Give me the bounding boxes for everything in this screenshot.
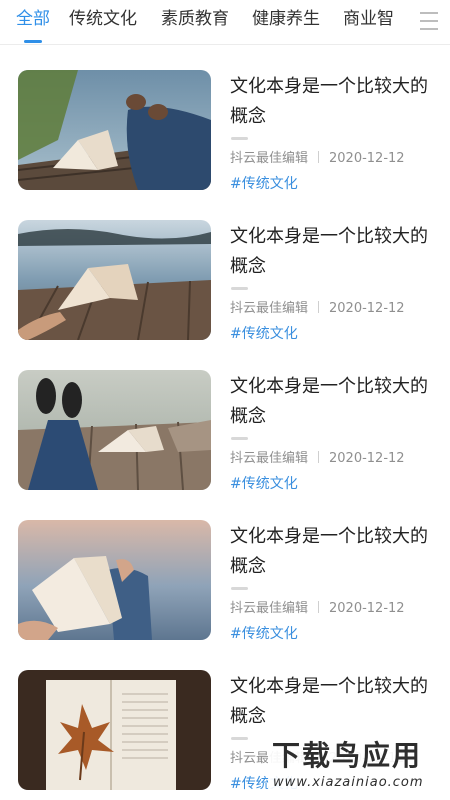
open-book-on-dock-photo-icon — [18, 70, 211, 190]
author: 抖云最佳编辑 — [230, 601, 309, 616]
article-meta: 抖云最佳编辑 2020-12-12 — [230, 150, 405, 168]
title-divider — [231, 587, 248, 590]
tab-traditional-culture[interactable]: 传统文化 — [69, 7, 137, 31]
meta-separator — [318, 301, 320, 313]
article-tag[interactable]: #传统文化 — [230, 474, 298, 494]
title-divider — [231, 737, 248, 740]
article-meta: 抖云最佳编辑 2020-12-12 — [230, 300, 405, 318]
author: 抖云最佳编辑 — [230, 151, 309, 166]
article-title[interactable]: 文化本身是一个比较大的概念 — [230, 222, 436, 282]
active-tab-indicator — [24, 40, 42, 43]
article-tag[interactable]: #传统文化 — [230, 324, 298, 344]
book-with-autumn-leaf-photo-icon — [18, 670, 211, 790]
article-meta: 抖云最佳编辑 2020-12-12 — [230, 600, 405, 618]
article-tag[interactable]: #传统文化 — [230, 624, 298, 644]
category-tabs: 全部 传统文化 素质教育 健康养生 商业智 — [0, 0, 410, 45]
publish-date: 2020-12-12 — [329, 601, 405, 616]
hamburger-menu-icon[interactable] — [420, 9, 438, 33]
meta-separator — [318, 151, 320, 163]
meta-separator — [318, 601, 320, 613]
article-tag[interactable]: #传统文化 — [230, 174, 298, 194]
feet-and-book-on-deck-photo-icon — [18, 370, 211, 490]
article-card[interactable]: 文化本身是一个比较大的概念 抖云最佳编辑2020-12-12 #传统文化 — [18, 220, 432, 342]
article-thumbnail-photo[interactable] — [18, 370, 211, 490]
title-divider — [231, 437, 248, 440]
author: 抖云最佳编辑 — [230, 451, 309, 466]
watermark-url-text: www.xiazainiao.com — [273, 775, 424, 790]
meta-separator — [318, 451, 320, 463]
author: 抖云最佳编辑 — [230, 301, 309, 316]
article-thumbnail-photo[interactable] — [18, 670, 211, 790]
title-divider — [231, 287, 248, 290]
article-title[interactable]: 文化本身是一个比较大的概念 — [230, 372, 436, 432]
publish-date: 2020-12-12 — [329, 151, 405, 166]
article-title[interactable]: 文化本身是一个比较大的概念 — [230, 522, 436, 582]
article-title[interactable]: 文化本身是一个比较大的概念 — [230, 672, 436, 732]
tab-all[interactable]: 全部 — [16, 7, 50, 31]
publish-date: 2020-12-12 — [329, 451, 405, 466]
article-card[interactable]: 文化本身是一个比较大的概念 抖云最佳编辑2020-12-12 #传统文化 — [18, 520, 432, 642]
watermark-main-text: 下载鸟应用 — [272, 739, 423, 772]
publish-date: 2020-12-12 — [329, 301, 405, 316]
hands-holding-open-book-photo-icon — [18, 520, 211, 640]
article-card[interactable]: 文化本身是一个比较大的概念 抖云最佳编辑2020-12-12 #传统文化 — [18, 370, 432, 492]
hand-holding-book-photo-icon — [18, 220, 211, 340]
tab-health[interactable]: 健康养生 — [252, 7, 320, 31]
site-watermark: 下载鸟应用 www.xiazainiao.com — [268, 736, 448, 796]
tab-quality-education[interactable]: 素质教育 — [161, 7, 229, 31]
category-tab-bar: 全部 传统文化 素质教育 健康养生 商业智 — [0, 0, 450, 45]
title-divider — [231, 137, 248, 140]
article-thumbnail-photo[interactable] — [18, 220, 211, 340]
article-title[interactable]: 文化本身是一个比较大的概念 — [230, 72, 436, 132]
article-thumbnail-photo[interactable] — [18, 70, 211, 190]
article-thumbnail-photo[interactable] — [18, 520, 211, 640]
tab-business[interactable]: 商业智 — [343, 7, 394, 31]
article-card[interactable]: 文化本身是一个比较大的概念 抖云最佳编辑2020-12-12 #传统文化 — [18, 70, 432, 192]
article-meta: 抖云最佳编辑 2020-12-12 — [230, 450, 405, 468]
